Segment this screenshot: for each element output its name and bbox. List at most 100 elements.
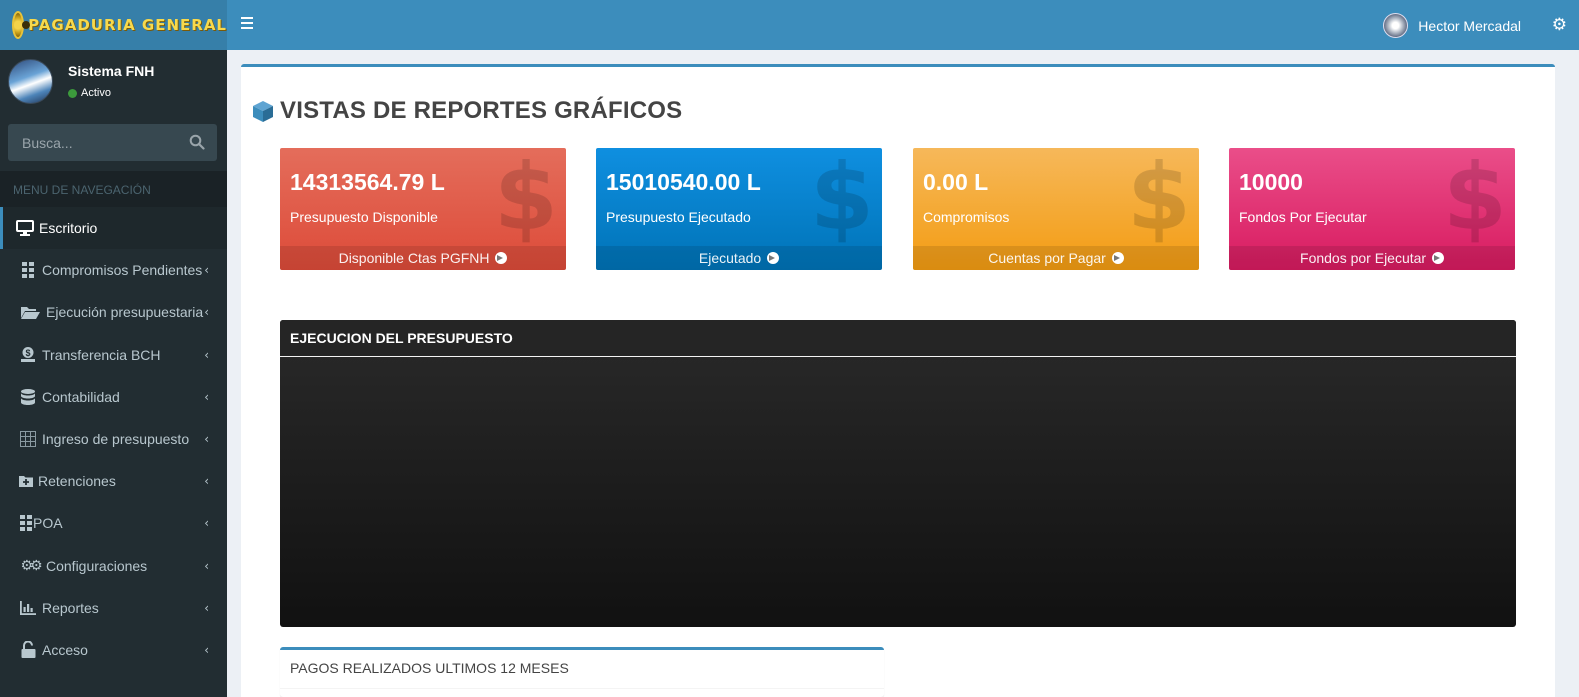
chevron-left-icon: ‹ <box>204 305 209 320</box>
grid-icon <box>19 262 37 279</box>
chevron-left-icon: ‹ <box>204 474 209 489</box>
chart-panel-title: EJECUCION DEL PRESUPUESTO <box>280 320 1516 357</box>
status-dot-icon <box>68 88 77 98</box>
chevron-left-icon: ‹ <box>204 263 209 278</box>
sidebar-item-reportes[interactable]: Reportes ‹ <box>0 587 227 629</box>
ejecucion-chart-panel: EJECUCION DEL PRESUPUESTO <box>280 320 1516 627</box>
chevron-left-icon: ‹ <box>204 642 209 657</box>
status-badge: Activo <box>68 87 111 99</box>
arrow-circle-right-icon <box>1431 252 1444 264</box>
card-label: Presupuesto Disponible <box>290 209 438 225</box>
pagos-panel: PAGOS REALIZADOS ULTIMOS 12 MESES <box>280 647 884 697</box>
logo[interactable]: PAGADURIA GENERAL <box>0 0 227 50</box>
divider <box>280 688 884 689</box>
sidebar-item-ejecucion-presupuestaria[interactable]: Ejecución presupuestaria ‹ <box>0 291 227 333</box>
sidebar-item-label: Escritorio <box>39 220 98 237</box>
chevron-left-icon: ‹ <box>204 347 209 362</box>
arrow-circle-right-icon <box>495 252 508 264</box>
status-text: Activo <box>81 87 111 99</box>
user-menu[interactable]: Hector Mercadal <box>1383 13 1521 38</box>
sidebar-item-poa[interactable]: POA ‹ <box>0 502 227 544</box>
card-value: 14313564.79 L <box>290 169 445 195</box>
user-avatar <box>1383 13 1409 38</box>
sidebar-menu: Escritorio Compromisos Pendientes ‹ Ejec… <box>0 207 227 671</box>
chevron-left-icon: ‹ <box>204 600 209 615</box>
sidebar-item-contabilidad[interactable]: Contabilidad ‹ <box>0 376 227 418</box>
sidebar: Sistema FNH Activo MENU DE NAVEGACIÓN Es… <box>0 50 227 697</box>
sidebar-item-label: Ejecución presupuestaria <box>46 304 204 321</box>
sidebar-item-label: Transferencia BCH <box>42 346 161 363</box>
card-value: 0.00 L <box>923 169 989 195</box>
sidebar-item-label: Contabilidad <box>42 388 120 405</box>
sidebar-item-retenciones[interactable]: Retenciones ‹ <box>0 460 227 502</box>
sidebar-item-escritorio[interactable]: Escritorio <box>0 207 227 250</box>
top-navbar: Hector Mercadal ⚙ <box>227 0 1579 50</box>
card-presupuesto-disponible: 14313564.79 L Presupuesto Disponible $ D… <box>280 148 566 270</box>
arrow-circle-right-icon <box>767 252 780 264</box>
folder-open-icon <box>19 304 41 320</box>
unlock-icon <box>19 641 37 659</box>
sidebar-item-label: Reportes <box>42 599 99 616</box>
database-icon <box>19 388 37 405</box>
sidebar-item-label: Configuraciones <box>46 557 148 574</box>
card-value: 10000 <box>1239 169 1303 195</box>
card-value: 15010540.00 L <box>606 169 761 195</box>
table-grid-icon <box>19 431 37 448</box>
card-fondos-por-ejecutar: 10000 Fondos Por Ejecutar $ Fondos por E… <box>1229 148 1515 270</box>
card-footer-link[interactable]: Fondos por Ejecutar <box>1229 246 1515 270</box>
sidebar-item-compromisos-pendientes[interactable]: Compromisos Pendientes ‹ <box>0 249 227 291</box>
menu-header: MENU DE NAVEGACIÓN <box>0 171 227 207</box>
desktop-icon <box>16 220 34 237</box>
sidebar-item-acceso[interactable]: Acceso ‹ <box>0 629 227 671</box>
sidebar-item-label: Acceso <box>42 641 88 658</box>
gears-icon: ⚙⚙ <box>20 557 42 574</box>
sidebar-search <box>8 124 217 161</box>
dollar-icon: $ <box>493 148 558 251</box>
sidebar-item-ingreso-de-presupuesto[interactable]: Ingreso de presupuesto ‹ <box>0 418 227 460</box>
sidebar-item-label: POA <box>33 515 63 532</box>
card-footer-link[interactable]: Disponible Ctas PGFNH <box>280 246 566 270</box>
page-title-text: VISTAS DE REPORTES GRÁFICOS <box>280 97 683 124</box>
card-footer-link[interactable]: Cuentas por Pagar <box>913 246 1199 270</box>
avatar <box>8 59 53 104</box>
chevron-left-icon: ‹ <box>204 558 209 573</box>
card-footer-text: Fondos por Ejecutar <box>1300 250 1427 266</box>
search-icon[interactable] <box>189 134 205 150</box>
grid-icon <box>19 515 32 532</box>
card-label: Presupuesto Ejecutado <box>606 209 751 225</box>
card-compromisos: 0.00 L Compromisos $ Cuentas por Pagar <box>913 148 1199 270</box>
panel-user-name: Sistema FNH <box>68 63 155 79</box>
user-panel: Sistema FNH Activo <box>0 50 227 115</box>
chevron-left-icon: ‹ <box>204 516 209 531</box>
sidebar-item-label: Retenciones <box>38 473 116 490</box>
gear-icon[interactable]: ⚙ <box>1552 15 1567 35</box>
chevron-left-icon: ‹ <box>204 431 209 446</box>
main-content: VISTAS DE REPORTES GRÁFICOS 14313564.79 … <box>241 64 1555 697</box>
arrow-circle-right-icon <box>1111 252 1124 264</box>
sidebar-toggle-icon[interactable] <box>241 17 253 29</box>
dollar-icon: $ <box>1442 148 1507 251</box>
sidebar-item-label: Ingreso de presupuesto <box>42 431 190 448</box>
user-name: Hector Mercadal <box>1418 17 1521 34</box>
card-label: Fondos Por Ejecutar <box>1239 209 1367 225</box>
search-input[interactable] <box>8 124 178 161</box>
seal-logo-icon <box>12 11 31 39</box>
sidebar-item-transferencia-bch[interactable]: $ Transferencia BCH ‹ <box>0 334 227 376</box>
dollar-icon: $ <box>809 148 874 251</box>
pagos-panel-title: PAGOS REALIZADOS ULTIMOS 12 MESES <box>290 660 569 676</box>
svg-text:$: $ <box>25 348 30 358</box>
card-presupuesto-ejecutado: 15010540.00 L Presupuesto Ejecutado $ Ej… <box>596 148 882 270</box>
bar-chart-icon <box>19 600 37 616</box>
card-footer-text: Disponible Ctas PGFNH <box>338 250 490 266</box>
money-transfer-icon: $ <box>19 347 37 363</box>
chevron-left-icon: ‹ <box>204 389 209 404</box>
folder-plus-icon <box>19 473 33 489</box>
card-footer-text: Cuentas por Pagar <box>988 250 1106 266</box>
page-title: VISTAS DE REPORTES GRÁFICOS <box>251 97 682 125</box>
card-footer-link[interactable]: Ejecutado <box>596 246 882 270</box>
card-footer-text: Ejecutado <box>698 250 762 266</box>
card-label: Compromisos <box>923 209 1010 225</box>
logo-text: PAGADURIA GENERAL <box>28 16 227 34</box>
sidebar-item-configuraciones[interactable]: ⚙⚙ Configuraciones ‹ <box>0 545 227 587</box>
cube-icon <box>253 101 273 122</box>
